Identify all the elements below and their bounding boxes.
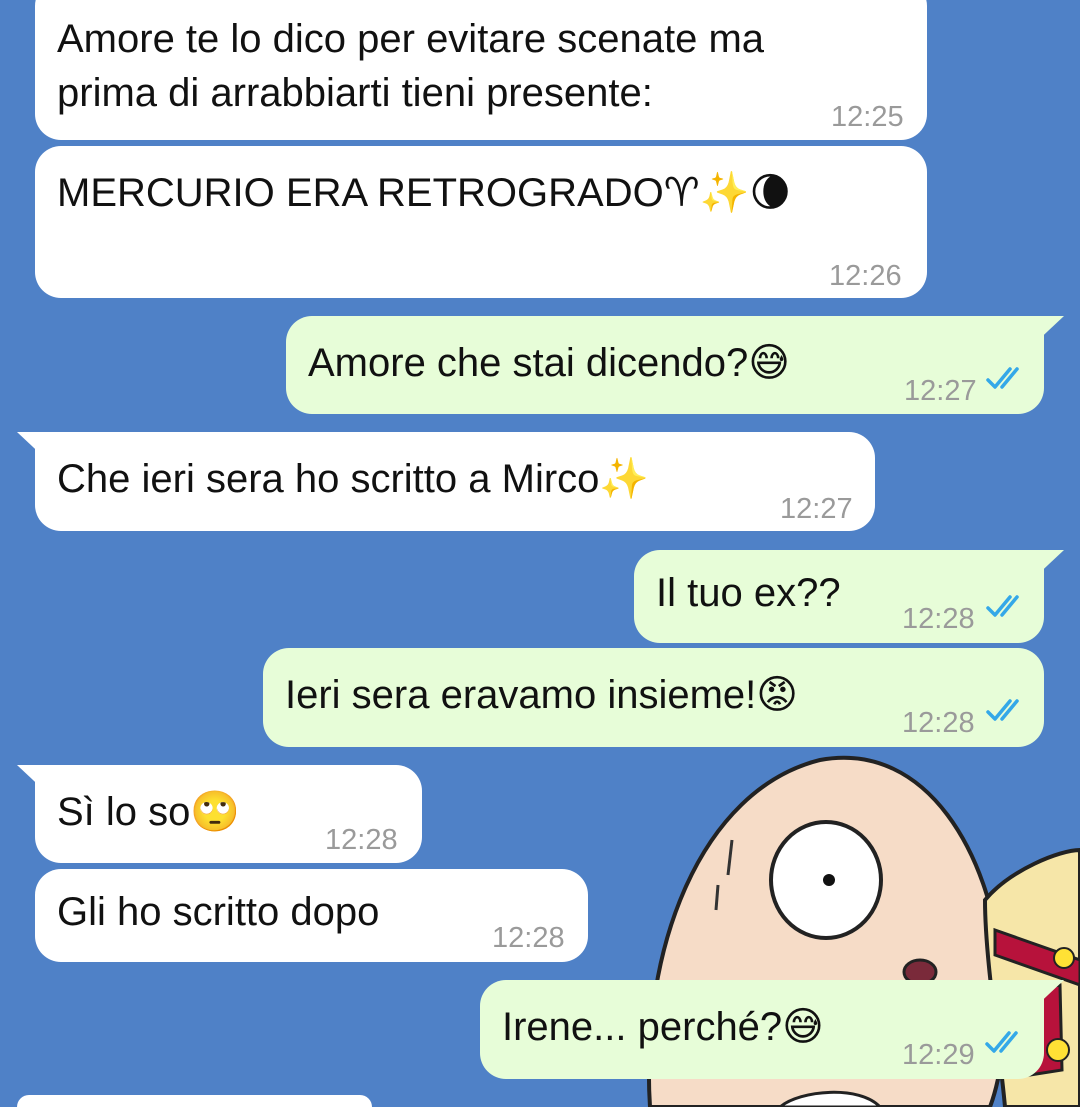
message-timestamp: 12:28	[492, 922, 565, 954]
message-text: Amore te lo dico per evitare scenate ma …	[57, 17, 765, 115]
message-bubble-incoming[interactable]: MERCURIO ERA RETROGRADO♈✨🌘 12:26	[35, 146, 927, 298]
message-text: Gli ho scritto dopo	[57, 890, 380, 934]
message-bubble-incoming[interactable]: Sì lo so🙄 12:28	[35, 765, 422, 863]
message-bubble-outgoing[interactable]: Ieri sera eravamo insieme!😡 12:28	[263, 648, 1044, 747]
message-text: Ieri sera eravamo insieme!😡	[285, 673, 798, 717]
message-timestamp: 12:28	[902, 603, 975, 635]
message-bubble-incoming[interactable]: Amore te lo dico per evitare scenate ma …	[35, 0, 927, 140]
message-timestamp: 12:27	[780, 493, 853, 525]
double-check-icon	[986, 595, 1019, 617]
double-check-icon	[985, 1031, 1018, 1053]
message-bubble-incoming-partial[interactable]	[17, 1095, 372, 1107]
message-text: Sì lo so🙄	[57, 790, 241, 834]
message-bubble-incoming[interactable]: Gli ho scritto dopo 12:28	[35, 869, 588, 962]
message-timestamp: 12:28	[325, 824, 398, 856]
message-text: Il tuo ex??	[656, 571, 841, 615]
double-check-icon	[986, 367, 1019, 389]
message-timestamp: 12:28	[902, 707, 975, 739]
message-bubble-outgoing[interactable]: Amore che stai dicendo?😅 12:27	[286, 316, 1044, 414]
message-text: Amore che stai dicendo?😅	[308, 341, 790, 385]
message-bubble-outgoing[interactable]: Il tuo ex?? 12:28	[634, 550, 1044, 643]
message-timestamp: 12:29	[902, 1039, 975, 1071]
message-text: Irene... perché?😅	[502, 1005, 824, 1049]
message-timestamp: 12:27	[904, 375, 977, 407]
message-timestamp: 12:25	[831, 101, 904, 133]
message-text: Che ieri sera ho scritto a Mirco✨	[57, 457, 650, 501]
message-bubble-outgoing[interactable]: Irene... perché?😅 12:29	[480, 980, 1044, 1079]
message-timestamp: 12:26	[829, 260, 902, 292]
message-text: MERCURIO ERA RETROGRADO♈✨🌘	[57, 171, 792, 215]
double-check-icon	[986, 699, 1019, 721]
message-bubble-incoming[interactable]: Che ieri sera ho scritto a Mirco✨ 12:27	[35, 432, 875, 531]
